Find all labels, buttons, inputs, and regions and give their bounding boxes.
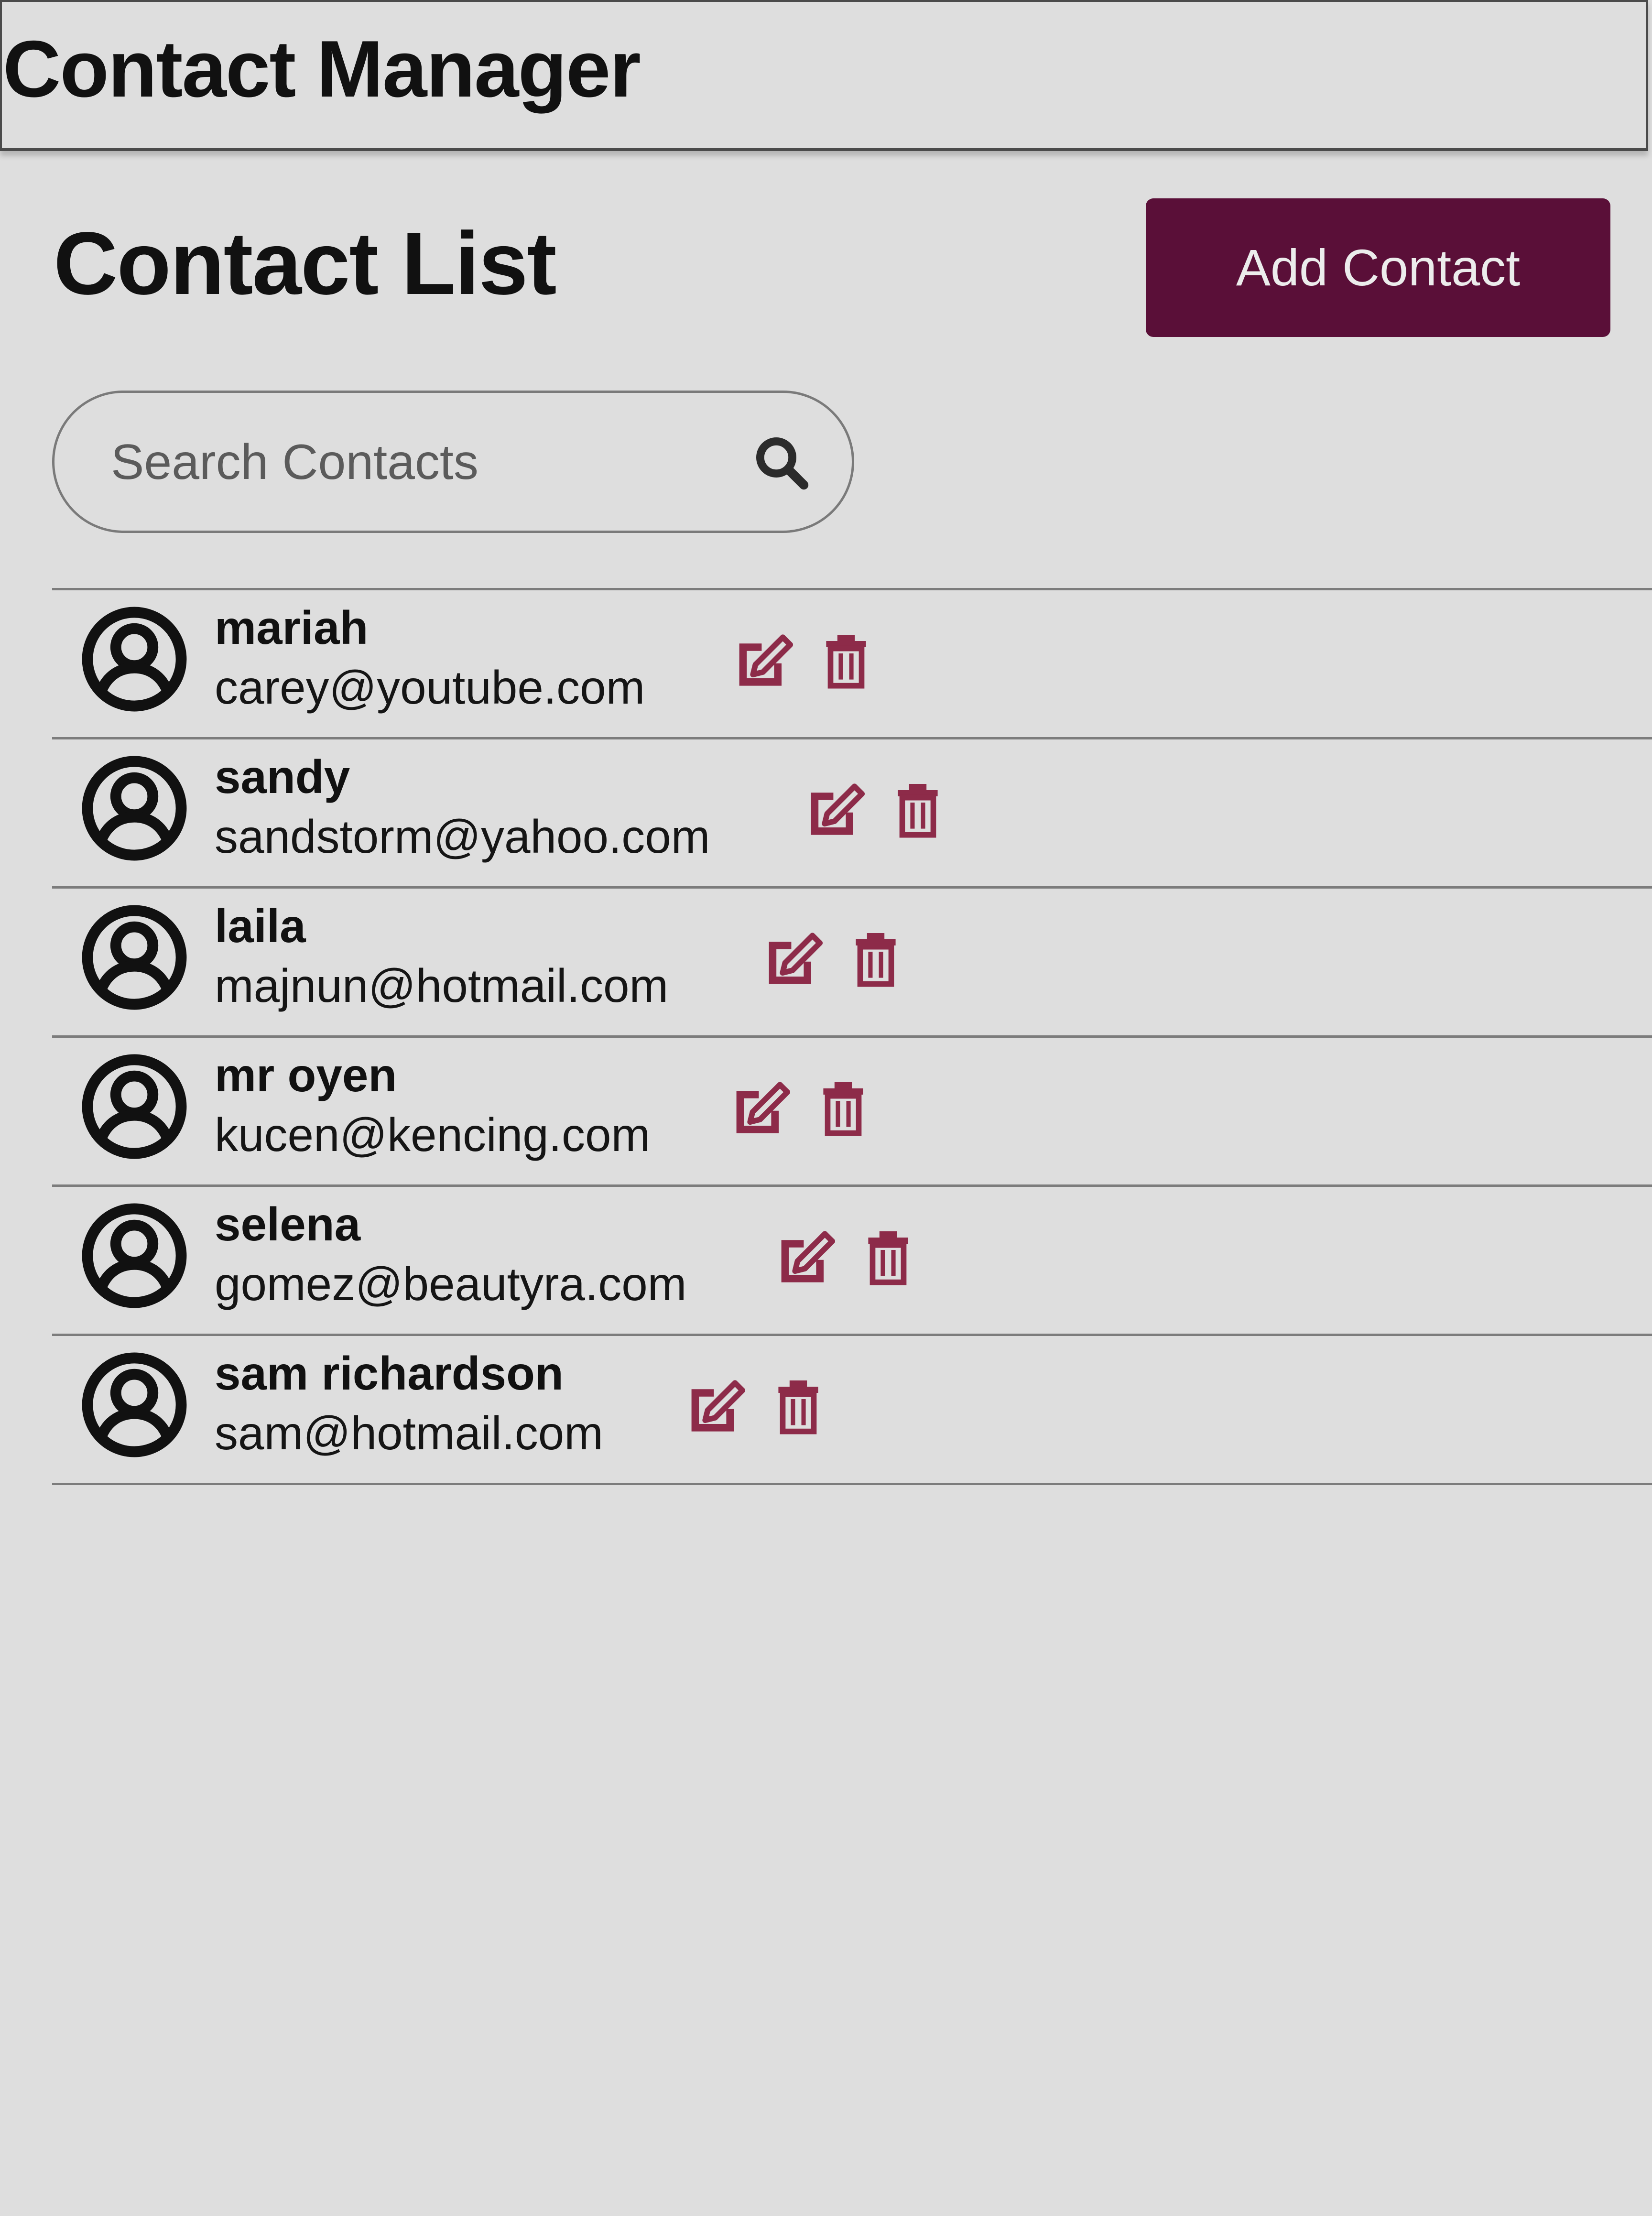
edit-icon: [781, 1231, 836, 1282]
edit-contact-button[interactable]: [772, 1225, 838, 1287]
contact-row: mariah carey@youtube.com: [52, 590, 1652, 739]
contact-info: mariah carey@youtube.com: [215, 590, 645, 718]
contact-actions: [802, 778, 951, 840]
contact-actions: [772, 1225, 921, 1287]
contact-info: selena gomez@beautyra.com: [215, 1187, 686, 1315]
app-header: Contact Manager: [0, 0, 1648, 151]
contact-info: sam richardson sam@hotmail.com: [215, 1336, 603, 1464]
contact-info: mr oyen kucen@kencing.com: [215, 1038, 650, 1166]
contact-row: sam richardson sam@hotmail.com: [52, 1336, 1652, 1485]
contact-email: sandstorm@yahoo.com: [215, 810, 710, 863]
delete-contact-button[interactable]: [810, 1076, 876, 1138]
delete-contact-button[interactable]: [885, 778, 951, 840]
contact-actions: [760, 927, 909, 989]
edit-contact-button[interactable]: [802, 778, 868, 840]
edit-contact-button[interactable]: [730, 629, 796, 691]
user-avatar-icon: [82, 1203, 187, 1308]
delete-contact-button[interactable]: [855, 1225, 921, 1287]
contact-name: laila: [215, 900, 306, 952]
add-contact-button[interactable]: Add Contact: [1146, 198, 1610, 337]
contact-name: selena: [215, 1198, 361, 1250]
trash-icon: [856, 933, 896, 987]
contact-list-title: Contact List: [54, 214, 557, 313]
user-avatar-icon: [82, 1054, 187, 1159]
contact-actions: [730, 629, 879, 691]
contact-row: laila majnun@hotmail.com: [52, 889, 1652, 1038]
delete-contact-button[interactable]: [843, 927, 909, 989]
contact-info: laila majnun@hotmail.com: [215, 889, 668, 1017]
search-bar: [52, 391, 854, 533]
trash-icon: [823, 1082, 863, 1136]
user-avatar-icon: [82, 607, 187, 712]
trash-icon: [868, 1231, 908, 1285]
contact-name: sandy: [215, 750, 350, 803]
contact-email: carey@youtube.com: [215, 661, 645, 714]
edit-icon: [739, 634, 793, 686]
edit-icon: [769, 933, 823, 984]
contact-info: sandy sandstorm@yahoo.com: [215, 739, 710, 868]
delete-contact-button[interactable]: [813, 629, 879, 691]
contact-row: selena gomez@beautyra.com: [52, 1187, 1652, 1336]
contact-email: majnun@hotmail.com: [215, 959, 669, 1012]
contact-actions: [727, 1076, 876, 1138]
contact-name: mariah: [215, 601, 369, 654]
contact-name: sam richardson: [215, 1347, 564, 1400]
contact-actions: [682, 1374, 831, 1436]
user-avatar-icon: [82, 1352, 187, 1457]
trash-icon: [898, 784, 938, 838]
delete-contact-button[interactable]: [765, 1374, 831, 1436]
trash-icon: [778, 1380, 818, 1434]
contact-list: mariah carey@youtube.com sandy sandstorm…: [52, 588, 1652, 1485]
edit-icon: [691, 1380, 746, 1432]
edit-contact-button[interactable]: [682, 1374, 748, 1436]
edit-contact-button[interactable]: [727, 1076, 793, 1138]
user-avatar-icon: [82, 905, 187, 1010]
edit-contact-button[interactable]: [760, 927, 826, 989]
trash-icon: [826, 635, 866, 689]
contact-email: kucen@kencing.com: [215, 1108, 651, 1161]
contact-name: mr oyen: [215, 1049, 397, 1101]
contact-row: mr oyen kucen@kencing.com: [52, 1038, 1652, 1187]
edit-icon: [736, 1082, 791, 1133]
user-avatar-icon: [82, 756, 187, 861]
contact-row: sandy sandstorm@yahoo.com: [52, 739, 1652, 889]
edit-icon: [811, 783, 865, 835]
contact-email: gomez@beautyra.com: [215, 1258, 687, 1310]
search-input[interactable]: [111, 412, 732, 512]
contact-email: sam@hotmail.com: [215, 1407, 603, 1459]
search-icon[interactable]: [753, 435, 811, 492]
app-title: Contact Manager: [3, 24, 641, 114]
